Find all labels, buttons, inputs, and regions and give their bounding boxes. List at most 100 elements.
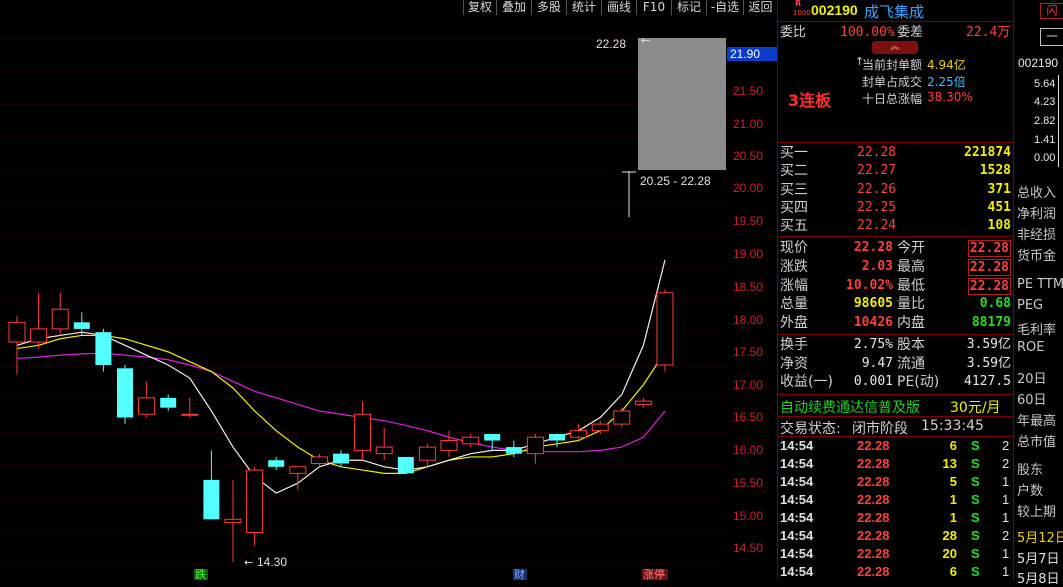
candle-up[interactable] <box>462 436 480 445</box>
quote-value: 0.68 <box>979 296 1011 312</box>
promo-text[interactable]: 自动续费通达信普及版 <box>780 397 920 417</box>
flash-tab[interactable]: 闪 <box>1040 3 1063 19</box>
quote-value: 22.28 <box>967 240 1011 257</box>
candle-up[interactable] <box>591 423 609 432</box>
chart-grid <box>0 38 727 565</box>
toolbar-f10-button[interactable]: F10 <box>636 0 671 15</box>
candle-down[interactable] <box>484 433 501 441</box>
quote-value: 88179 <box>971 315 1011 331</box>
tick-time: 14:54 <box>780 564 814 579</box>
candle-up[interactable] <box>310 456 328 465</box>
kline-chart[interactable]: 20.25 - 22.28 22.28 ← ← 14.30 跌 财 涨停 <box>0 17 727 580</box>
quote-value: 10.02% <box>846 277 893 293</box>
toolbar-mark-button[interactable]: 标记 <box>671 0 706 15</box>
toolbar-overlay-button[interactable]: 叠加 <box>496 0 531 15</box>
tick-row[interactable]: 14:54 22.28 1 S 1 <box>779 492 1015 510</box>
candle-up[interactable] <box>613 410 631 425</box>
candle-up[interactable] <box>526 436 544 455</box>
y-tick: 19.00 <box>733 247 764 261</box>
limit-info-label: 当前封单额 <box>862 58 923 72</box>
side-panel-item: PEG <box>1017 298 1044 313</box>
stock-name[interactable]: 成飞集成 <box>864 1 924 22</box>
stat-label: PE(动) <box>897 374 940 391</box>
toolbar-back-button[interactable]: 返回 <box>743 0 777 15</box>
candle-down[interactable] <box>549 433 565 441</box>
toolbar-draw-button[interactable]: 画线 <box>601 0 636 15</box>
candle-up[interactable] <box>634 400 652 405</box>
candle-up[interactable] <box>440 440 458 451</box>
candle-down[interactable] <box>333 453 349 464</box>
candle-down[interactable] <box>117 368 133 418</box>
bid-volume: 371 <box>987 181 1011 197</box>
trade-status-label: 交易状态: <box>780 421 841 437</box>
candle-down[interactable] <box>203 479 220 520</box>
sub-tab[interactable]: 一 <box>1040 28 1063 46</box>
tick-row[interactable]: 14:54 22.28 28 S 2 <box>779 528 1015 546</box>
tick-time: 14:54 <box>780 546 814 561</box>
y-tick: 19.50 <box>733 214 764 228</box>
tick-row[interactable]: 14:54 22.28 5 S 1 <box>779 474 1015 492</box>
tick-price: 22.28 <box>857 492 890 507</box>
tick-side: S <box>971 528 980 543</box>
high-arrow-icon: ← <box>641 34 650 47</box>
candle-up[interactable] <box>181 413 199 416</box>
candle-down[interactable] <box>95 332 112 366</box>
candle-up[interactable] <box>418 446 436 461</box>
side-panel-item[interactable]: 5月12日 <box>1017 527 1063 546</box>
tick-count: 1 <box>1002 564 1010 579</box>
tick-volume: 13 <box>942 456 957 471</box>
tick-row[interactable]: 14:54 22.28 20 S 1 <box>779 546 1015 564</box>
promo-price[interactable]: 30元/月 <box>950 397 1001 417</box>
candle-down[interactable] <box>505 447 522 454</box>
quote-label: 今开 <box>897 240 925 256</box>
candle-up[interactable] <box>246 469 264 533</box>
candle-up[interactable] <box>30 328 48 343</box>
toolbar-stats-button[interactable]: 统计 <box>566 0 601 15</box>
candle-down[interactable] <box>397 456 414 474</box>
tick-price: 22.28 <box>857 510 890 525</box>
candle-up[interactable] <box>570 430 588 438</box>
stat-value: 3.59亿 <box>966 337 1011 352</box>
side-panel-item[interactable]: 5月8日 <box>1017 568 1060 587</box>
tick-count: 1 <box>1002 546 1010 561</box>
side-panel-item[interactable]: 5月7日 <box>1017 548 1060 567</box>
toolbar-multistock-button[interactable]: 多股 <box>531 0 566 15</box>
tick-row[interactable]: 14:54 22.28 13 S 2 <box>779 456 1015 474</box>
side-panel-item: 货币金 <box>1017 249 1057 264</box>
side-panel-item: 较上期 <box>1017 505 1057 520</box>
bid-level-label: 买一 <box>780 145 808 161</box>
event-marker-fall[interactable]: 跌 <box>195 567 206 580</box>
tick-row[interactable]: 14:54 22.28 6 S 2 <box>779 438 1015 456</box>
bid-level-label: 买三 <box>780 181 808 198</box>
tick-time: 14:54 <box>780 528 814 543</box>
quote-value: 22.28 <box>967 258 1011 276</box>
tick-row[interactable]: 14:54 22.28 6 S 1 <box>779 564 1015 582</box>
candle-up[interactable] <box>289 466 307 474</box>
candle-up[interactable] <box>375 446 393 455</box>
candle-up[interactable] <box>8 321 26 343</box>
event-marker-limitup[interactable]: 涨停 <box>643 567 665 580</box>
event-marker-finance[interactable]: 财 <box>514 567 525 580</box>
side-stock-code: 002190 <box>1018 56 1059 70</box>
expand-chevron-icon[interactable]: ︽ <box>872 41 918 54</box>
stat-value: 3.59亿 <box>966 355 1011 371</box>
panel-divider <box>777 0 778 580</box>
tick-row[interactable]: 14:54 22.28 1 S 1 <box>779 510 1015 528</box>
toolbar-remove-watchlist-button[interactable]: -自选 <box>706 0 743 15</box>
candle-down[interactable] <box>160 397 177 408</box>
price-axis: 21.50 21.00 20.50 20.00 19.50 19.00 18.5… <box>727 17 777 580</box>
stat-label: 换手 <box>780 337 808 353</box>
candle-up[interactable] <box>354 413 372 451</box>
candle-down[interactable] <box>73 322 90 329</box>
candle-up[interactable] <box>656 292 674 366</box>
tick-volume: 5 <box>949 474 957 489</box>
toolbar-fuquan-button[interactable]: 复权 <box>463 0 496 15</box>
high-price-marker: 22.28 <box>596 37 626 51</box>
candle-down[interactable] <box>268 460 285 467</box>
candle-up[interactable] <box>138 397 156 415</box>
candle-up[interactable] <box>224 518 242 524</box>
indicator-value: 2.82 <box>1034 115 1056 127</box>
tick-price: 22.28 <box>857 474 890 489</box>
candle-up[interactable] <box>51 308 69 330</box>
bid-price: 22.25 <box>857 199 897 215</box>
